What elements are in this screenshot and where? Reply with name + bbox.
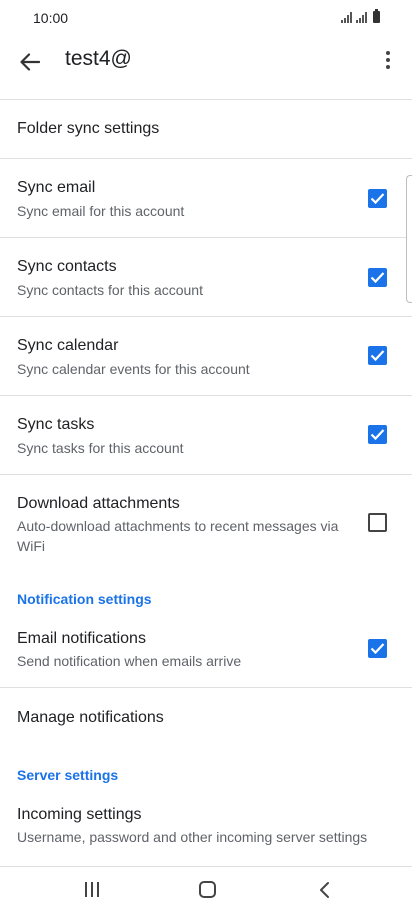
notification-settings-header: Notification settings bbox=[17, 591, 152, 607]
sync-calendar-item[interactable]: Sync calendar Sync calendar events for t… bbox=[0, 317, 412, 395]
download-attachments-checkbox[interactable] bbox=[368, 513, 387, 532]
app-bar: test4@ bbox=[0, 36, 412, 100]
sync-calendar-title: Sync calendar bbox=[17, 337, 119, 354]
sync-email-title: Sync email bbox=[17, 179, 96, 196]
sync-contacts-checkbox[interactable] bbox=[368, 268, 387, 287]
home-icon[interactable] bbox=[199, 881, 216, 898]
incoming-settings-title: Incoming settings bbox=[17, 806, 142, 823]
email-notifications-title: Email notifications bbox=[17, 630, 146, 647]
sync-contacts-item[interactable]: Sync contacts Sync contacts for this acc… bbox=[0, 238, 412, 316]
sync-tasks-title: Sync tasks bbox=[17, 416, 95, 433]
manage-notifications-label: Manage notifications bbox=[17, 709, 164, 726]
sync-tasks-item[interactable]: Sync tasks Sync tasks for this account bbox=[0, 396, 412, 474]
sync-calendar-subtitle: Sync calendar events for this account bbox=[17, 361, 250, 377]
more-options-button[interactable] bbox=[374, 46, 402, 74]
check-icon bbox=[370, 272, 385, 284]
signal-icon-2 bbox=[356, 12, 367, 23]
status-time: 10:00 bbox=[33, 10, 69, 26]
folder-sync-settings-item[interactable]: Folder sync settings bbox=[0, 100, 412, 158]
sync-tasks-checkbox[interactable] bbox=[368, 425, 387, 444]
download-attachments-subtitle: Auto-download attachments to recent mess… bbox=[17, 518, 339, 554]
incoming-settings-item[interactable]: Incoming settings Username, password and… bbox=[0, 786, 412, 856]
download-attachments-item[interactable]: Download attachments Auto-download attac… bbox=[0, 475, 412, 571]
incoming-settings-subtitle: Username, password and other incoming se… bbox=[17, 829, 368, 845]
recents-icon[interactable] bbox=[85, 882, 99, 897]
status-bar: 10:00 bbox=[0, 0, 412, 36]
sync-email-item[interactable]: Sync email Sync email for this account bbox=[0, 159, 412, 237]
sync-contacts-subtitle: Sync contacts for this account bbox=[17, 282, 203, 298]
server-settings-header: Server settings bbox=[17, 767, 119, 783]
folder-sync-settings-label: Folder sync settings bbox=[17, 120, 160, 137]
scrollbar-thumb[interactable] bbox=[406, 175, 412, 303]
more-vert-icon bbox=[386, 51, 390, 55]
arrow-back-icon bbox=[20, 53, 40, 71]
email-notifications-subtitle: Send notification when emails arrive bbox=[17, 653, 242, 669]
check-icon bbox=[370, 350, 385, 362]
back-button[interactable] bbox=[14, 46, 46, 78]
download-attachments-title: Download attachments bbox=[17, 495, 180, 512]
signal-icon bbox=[341, 12, 352, 23]
sync-calendar-checkbox[interactable] bbox=[368, 346, 387, 365]
navigation-bar bbox=[0, 866, 412, 915]
check-icon bbox=[370, 643, 385, 655]
email-notifications-item[interactable]: Email notifications Send notification wh… bbox=[0, 610, 412, 687]
nav-back-icon[interactable] bbox=[315, 880, 333, 900]
page-title: test4@ bbox=[65, 47, 132, 70]
status-icons bbox=[341, 9, 380, 23]
battery-icon bbox=[373, 9, 380, 23]
manage-notifications-item[interactable]: Manage notifications bbox=[0, 688, 412, 746]
sync-email-subtitle: Sync email for this account bbox=[17, 203, 185, 219]
sync-contacts-title: Sync contacts bbox=[17, 258, 117, 275]
sync-email-checkbox[interactable] bbox=[368, 189, 387, 208]
check-icon bbox=[370, 193, 385, 205]
email-notifications-checkbox[interactable] bbox=[368, 639, 387, 658]
sync-tasks-subtitle: Sync tasks for this account bbox=[17, 440, 184, 456]
check-icon bbox=[370, 429, 385, 441]
